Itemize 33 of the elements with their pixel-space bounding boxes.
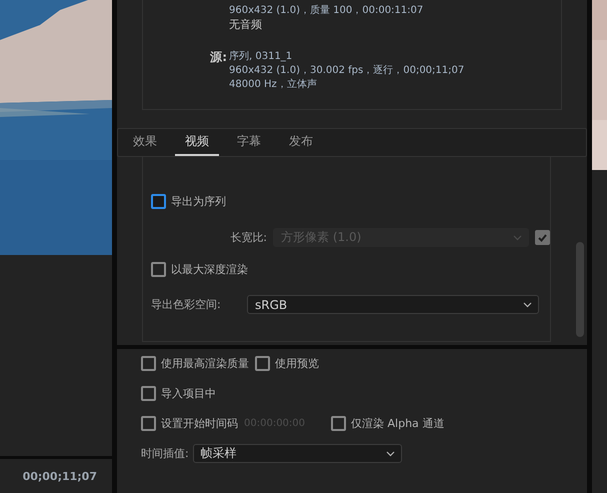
chevron-icon xyxy=(513,234,522,240)
checkbox-label: 使用最高渲染质量 xyxy=(161,356,249,371)
chevron-icon xyxy=(523,302,532,308)
dropdown[interactable]: sRGB xyxy=(247,295,539,314)
check-icon xyxy=(538,234,547,242)
field-label: 导出色彩空间: xyxy=(151,297,222,312)
summary-text: 960x432 (1.0)，30.002 fps，逐行，00;00;11;07 xyxy=(229,64,466,78)
checkbox[interactable] xyxy=(331,416,346,431)
summary-text: 无音频 xyxy=(229,18,263,32)
summary-text: 序列, 0311_1 xyxy=(229,50,294,64)
checkbox-label: 导出为序列 xyxy=(171,194,226,209)
dropdown[interactable]: 帧采样 xyxy=(192,444,402,463)
checkbox-label: 设置开始时间码 xyxy=(161,416,238,431)
checkbox-label: 以最大深度渲染 xyxy=(171,262,248,277)
checkbox[interactable] xyxy=(141,416,156,431)
timecode: 00;00;11;07 xyxy=(0,456,112,493)
tab[interactable]: 发布 xyxy=(279,129,323,156)
chevron-icon xyxy=(386,450,395,456)
summary-text: 48000 Hz，立体声 xyxy=(229,78,318,92)
field-label: 长宽比: xyxy=(229,230,268,245)
checkbox[interactable] xyxy=(151,262,166,277)
checkbox-label: 使用预览 xyxy=(275,356,319,371)
checkbox[interactable] xyxy=(141,356,156,371)
checkbox[interactable] xyxy=(141,386,156,401)
tab[interactable]: 字幕 xyxy=(227,129,271,156)
source-label: 源: xyxy=(209,50,227,64)
checkbox[interactable] xyxy=(255,356,270,371)
tab[interactable]: 效果 xyxy=(123,129,167,156)
checkbox-label: 仅渲染 Alpha 通道 xyxy=(351,416,444,431)
field-label: 时间插值: xyxy=(141,446,189,461)
checkbox-label: 导入项目中 xyxy=(161,386,216,401)
summary-text: 960x432 (1.0)，质量 100，00:00:11:07 xyxy=(229,4,424,18)
tab[interactable]: 视频 xyxy=(175,129,219,156)
